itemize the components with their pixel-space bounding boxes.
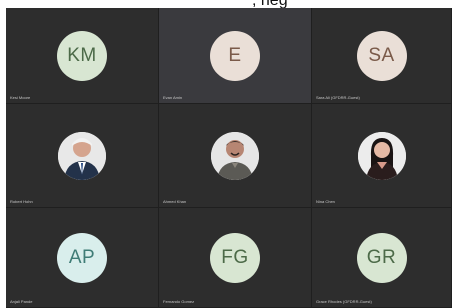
avatar: KM [57, 30, 107, 81]
participant-name: Nina Chen [316, 199, 335, 204]
avatar: GR [356, 232, 407, 283]
participant-tile-photo-3[interactable]: Nina Chen [312, 104, 452, 208]
person-photo [58, 131, 106, 180]
person-photo [211, 131, 259, 180]
video-call-window: ; heg KM Kesi Moore E Evan Amin SA Sara … [0, 0, 452, 308]
participant-name: Anjali Pande [10, 299, 33, 304]
participant-tile-sa[interactable]: SA Sara Ali (GFDRR-Guest) [312, 8, 452, 104]
participant-tile-ap[interactable]: AP Anjali Pande [6, 208, 159, 308]
avatar: SA [356, 30, 407, 81]
participant-tile-e[interactable]: E Evan Amin [159, 8, 312, 104]
participant-grid: KM Kesi Moore E Evan Amin SA Sara Ali (G… [6, 8, 452, 308]
participant-tile-gr[interactable]: GR Grace Rhodes (GFDRR-Guest) [312, 208, 452, 308]
participant-name: Kesi Moore [10, 95, 31, 100]
participant-name: Grace Rhodes (GFDRR-Guest) [316, 299, 372, 304]
avatar: FG [210, 232, 260, 283]
participant-name: Robert Hohn [10, 199, 33, 204]
participant-tile-photo-2[interactable]: Ahmed Khan [159, 104, 312, 208]
participant-name: Sara Ali (GFDRR-Guest) [316, 95, 360, 100]
participant-tile-fg[interactable]: FG Fernando Gomez [159, 208, 312, 308]
participant-tile-photo-1[interactable]: Robert Hohn [6, 104, 159, 208]
participant-name: Evan Amin [163, 95, 183, 100]
participant-tile-km[interactable]: KM Kesi Moore [6, 8, 159, 104]
participant-name: Ahmed Khan [163, 199, 187, 204]
avatar: E [210, 30, 260, 81]
person-photo [357, 131, 406, 180]
avatar: AP [57, 232, 107, 283]
participant-name: Fernando Gomez [163, 299, 195, 304]
